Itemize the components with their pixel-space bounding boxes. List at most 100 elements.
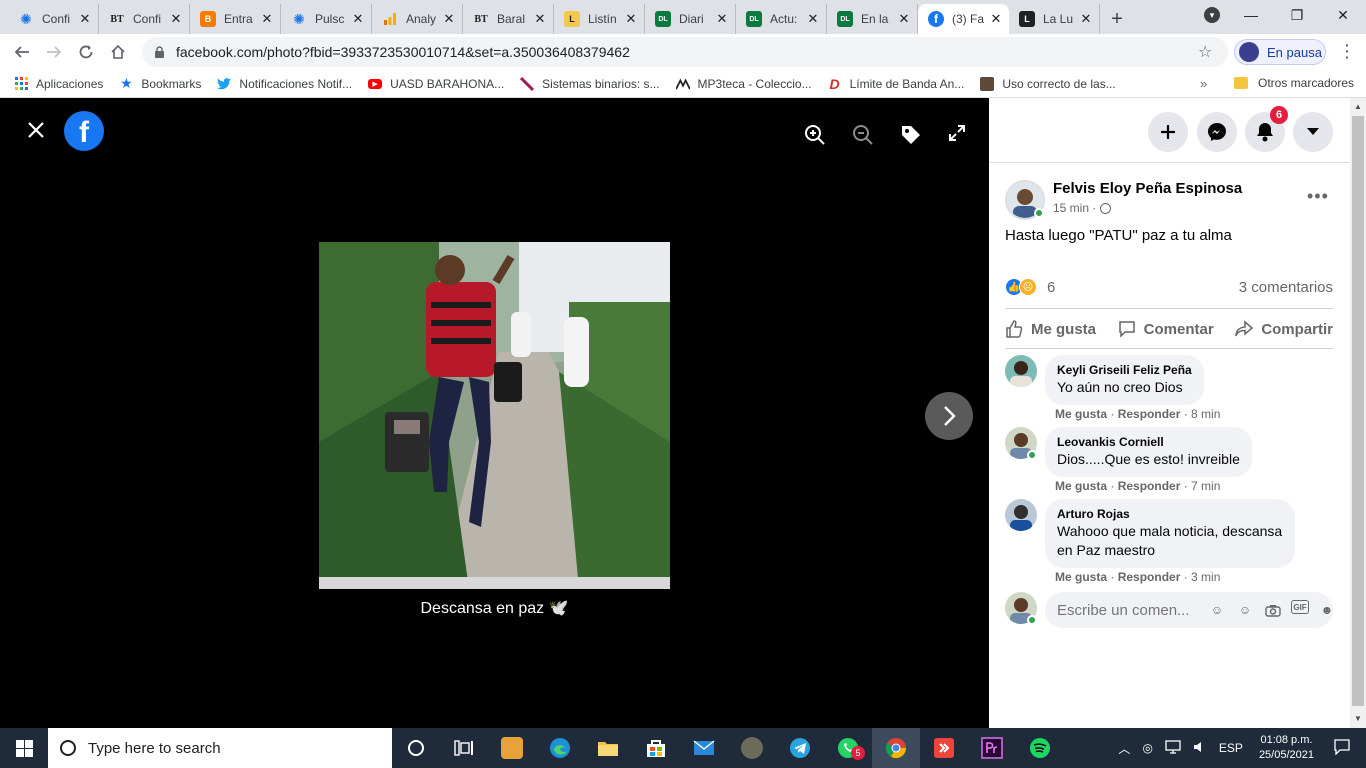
like-button[interactable]: Me gusta — [1005, 320, 1096, 338]
new-tab-button[interactable]: + — [1100, 4, 1134, 34]
bookmark-item[interactable]: Uso correcto de las... — [980, 76, 1116, 91]
comment-reply-link[interactable]: Responder — [1118, 570, 1181, 584]
taskbar-file-explorer[interactable] — [584, 728, 632, 768]
bookmark-item[interactable]: Sistemas binarios: s... — [520, 76, 660, 91]
taskbar-whatsapp[interactable]: 5 — [824, 728, 872, 768]
close-tab-icon[interactable]: ✕ — [351, 11, 365, 27]
tag-icon[interactable] — [900, 124, 924, 148]
post-author-name[interactable]: Felvis Eloy Peña Espinosa — [1053, 180, 1242, 197]
cortana-button[interactable] — [392, 728, 440, 768]
comment-button[interactable]: Comentar — [1118, 320, 1214, 338]
scrollbar-thumb[interactable] — [1352, 116, 1364, 706]
bookmark-item[interactable]: Aplicaciones — [14, 77, 103, 91]
account-menu-button[interactable] — [1293, 112, 1333, 152]
close-tab-icon[interactable]: ✕ — [78, 11, 92, 27]
lock-icon[interactable] — [154, 46, 166, 58]
reload-button[interactable] — [70, 36, 102, 68]
browser-tab[interactable]: BT Baral ✕ — [463, 4, 554, 34]
close-tab-icon[interactable]: ✕ — [1079, 11, 1093, 27]
more-options-icon[interactable]: ••• — [1307, 186, 1329, 207]
sad-reaction-icon[interactable]: ☹ — [1019, 278, 1037, 296]
close-tab-icon[interactable]: ✕ — [806, 11, 820, 27]
next-photo-button[interactable] — [925, 392, 973, 440]
create-button[interactable] — [1148, 112, 1188, 152]
forward-button[interactable] — [38, 36, 70, 68]
taskbar-telegram[interactable] — [776, 728, 824, 768]
browser-tab-active[interactable]: f (3) Fa ✕ — [918, 4, 1009, 34]
comment-reply-link[interactable]: Responder — [1118, 407, 1181, 421]
gif-icon[interactable]: GIF — [1291, 600, 1309, 614]
browser-menu-icon[interactable]: ⋮ — [1338, 42, 1356, 60]
close-tab-icon[interactable]: ✕ — [260, 11, 274, 27]
comment-like-link[interactable]: Me gusta — [1055, 407, 1107, 421]
close-viewer-icon[interactable] — [24, 118, 48, 142]
browser-tab[interactable]: DL Diari ✕ — [645, 4, 736, 34]
commenter-avatar[interactable] — [1005, 499, 1037, 531]
taskbar-search[interactable]: Type here to search — [48, 728, 392, 768]
back-button[interactable] — [6, 36, 38, 68]
sidebar-scrollbar[interactable]: ▲ ▼ — [1350, 98, 1366, 728]
browser-tab[interactable]: ✺ Pulsc ✕ — [281, 4, 372, 34]
commenter-avatar[interactable] — [1005, 355, 1037, 387]
other-bookmarks-folder[interactable]: Otros marcadores — [1234, 76, 1354, 90]
show-hidden-icons-chevron-icon[interactable]: ︿ — [1118, 740, 1130, 757]
share-button[interactable]: Compartir — [1235, 320, 1333, 338]
zoom-in-icon[interactable] — [804, 124, 828, 148]
taskbar-edge[interactable] — [536, 728, 584, 768]
post-photo[interactable] — [319, 242, 670, 589]
facebook-logo-icon[interactable]: f — [64, 111, 104, 151]
scroll-down-arrow-icon[interactable]: ▼ — [1354, 714, 1362, 723]
taskbar-premiere[interactable] — [968, 728, 1016, 768]
close-tab-icon[interactable]: ✕ — [715, 11, 729, 27]
bookmark-item[interactable]: ★ Bookmarks — [119, 75, 201, 91]
close-tab-icon[interactable]: ✕ — [169, 11, 183, 27]
meet-now-icon[interactable]: ◎ — [1142, 741, 1152, 755]
volume-icon[interactable] — [1193, 740, 1207, 757]
maximize-button[interactable]: ❐ — [1274, 0, 1320, 30]
close-window-button[interactable]: ✕ — [1320, 0, 1366, 30]
comment-reply-link[interactable]: Responder — [1118, 479, 1181, 493]
close-tab-icon[interactable]: ✕ — [442, 11, 456, 27]
taskbar-store[interactable] — [632, 728, 680, 768]
fullscreen-icon[interactable] — [948, 124, 972, 148]
reaction-count[interactable]: 6 — [1047, 279, 1055, 296]
browser-tab[interactable]: ✺ Confi ✕ — [8, 4, 99, 34]
bookmark-item[interactable]: Notificaciones Notif... — [217, 77, 352, 91]
notification-center-icon[interactable] — [1334, 738, 1350, 758]
post-time[interactable]: 15 min · — [1053, 201, 1096, 215]
close-tab-icon[interactable]: ✕ — [624, 11, 638, 27]
comment-like-link[interactable]: Me gusta — [1055, 479, 1107, 493]
close-tab-icon[interactable]: ✕ — [989, 11, 1003, 27]
home-button[interactable] — [102, 36, 134, 68]
commenter-name[interactable]: Leovankis Corniell — [1057, 435, 1240, 449]
taskbar-chrome[interactable] — [872, 728, 920, 768]
browser-tab[interactable]: DL En la ✕ — [827, 4, 918, 34]
comment-time[interactable]: · 7 min — [1184, 479, 1221, 493]
taskbar-media-app[interactable] — [488, 728, 536, 768]
browser-tab[interactable]: Analy ✕ — [372, 4, 463, 34]
commenter-name[interactable]: Keyli Griseili Feliz Peña — [1057, 363, 1192, 377]
close-tab-icon[interactable]: ✕ — [897, 11, 911, 27]
browser-tab[interactable]: L Listín ✕ — [554, 4, 645, 34]
taskbar-game-app[interactable] — [728, 728, 776, 768]
camera-icon[interactable] — [1263, 600, 1283, 620]
address-bar[interactable]: facebook.com/photo?fbid=3933723530010714… — [142, 37, 1228, 67]
network-icon[interactable] — [1165, 739, 1181, 757]
browser-tab[interactable]: L La Lu ✕ — [1009, 4, 1100, 34]
bookmark-item[interactable]: MP3teca - Coleccio... — [675, 77, 812, 91]
emoji-icon[interactable]: ☺ — [1235, 600, 1255, 620]
taskbar-spotify[interactable] — [1016, 728, 1064, 768]
scroll-up-arrow-icon[interactable]: ▲ — [1354, 102, 1362, 111]
bookmark-item[interactable]: ▶ UASD BARAHONA... — [368, 77, 504, 91]
language-indicator[interactable]: ESP — [1219, 741, 1243, 755]
comment-time[interactable]: · 8 min — [1184, 407, 1221, 421]
comment-like-link[interactable]: Me gusta — [1055, 570, 1107, 584]
messenger-button[interactable] — [1197, 112, 1237, 152]
start-button[interactable] — [0, 728, 48, 768]
comment-time[interactable]: · 3 min — [1184, 570, 1221, 584]
sticker-icon[interactable]: ☻ — [1317, 600, 1337, 620]
comments-count[interactable]: 3 comentarios — [1239, 279, 1333, 296]
comment-input[interactable] — [1057, 601, 1197, 619]
task-view-button[interactable] — [440, 728, 488, 768]
bookmark-item[interactable]: D Límite de Banda An... — [828, 76, 965, 92]
